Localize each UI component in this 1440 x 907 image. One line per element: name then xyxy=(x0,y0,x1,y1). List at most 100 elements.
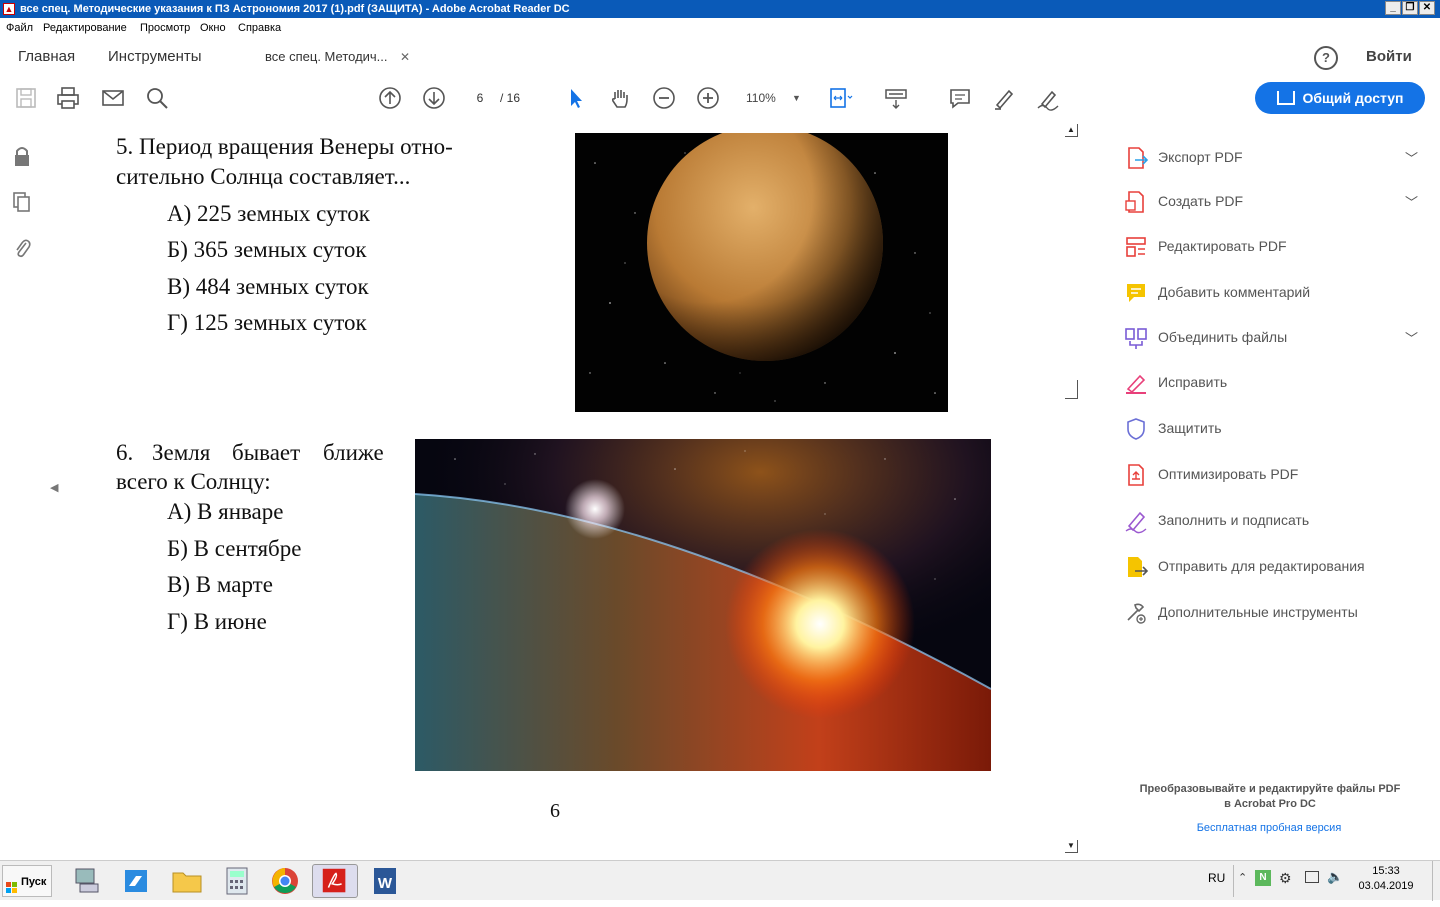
zoom-out-icon[interactable] xyxy=(650,84,678,112)
share-button[interactable]: Общий доступ xyxy=(1255,82,1425,114)
document-view[interactable]: 5. Период вращения Венеры отно- сительно… xyxy=(44,120,1084,860)
hand-tool-icon[interactable] xyxy=(606,84,634,112)
word-taskbar-icon[interactable]: W xyxy=(362,864,408,898)
next-page-icon[interactable] xyxy=(420,84,448,112)
select-tool-icon[interactable] xyxy=(562,84,590,112)
computer-taskbar-icon[interactable] xyxy=(64,864,110,898)
protect-icon xyxy=(1127,418,1145,440)
start-button[interactable]: Пуск xyxy=(2,865,52,897)
promo-text: Преобразовывайте и редактируйте файлы PD… xyxy=(1095,782,1440,812)
restore-button[interactable]: ❐ xyxy=(1402,1,1418,15)
comment-tool-icon[interactable] xyxy=(946,84,974,112)
menu-bar: Файл Редактирование Просмотр Окно Справк… xyxy=(0,18,1440,38)
edit-pdf-icon xyxy=(1126,237,1146,257)
chevron-down-icon[interactable]: ﹀ xyxy=(1405,148,1418,167)
free-trial-link[interactable]: Бесплатная пробная версия xyxy=(1095,822,1440,834)
q5-option-a: А) 225 земных суток xyxy=(167,201,370,226)
acrobat-taskbar-icon[interactable] xyxy=(312,864,358,898)
tab-document-label: все спец. Методич... xyxy=(265,49,388,64)
scroll-thumb[interactable] xyxy=(1065,380,1078,399)
lock-icon[interactable] xyxy=(12,144,32,168)
tray-expand-icon[interactable]: ⌃ xyxy=(1238,871,1247,884)
title-bar: ▲ все спец. Методические указания к ПЗ А… xyxy=(0,0,1440,18)
search-icon[interactable] xyxy=(143,84,171,112)
clock[interactable]: 15:33 03.04.2019 xyxy=(1346,864,1426,894)
tool-edit-pdf[interactable]: Редактировать PDF xyxy=(1123,234,1423,260)
keyboard-tool-icon[interactable] xyxy=(882,84,910,112)
fit-page-icon[interactable] xyxy=(826,84,854,112)
menu-view[interactable]: Просмотр xyxy=(140,18,190,38)
tray-divider xyxy=(1233,865,1234,897)
vertical-scrollbar[interactable]: ▲ ▼ xyxy=(1063,122,1081,858)
save-icon[interactable] xyxy=(12,84,40,112)
previous-page-icon[interactable] xyxy=(376,84,404,112)
combine-files-icon xyxy=(1125,328,1147,349)
zoom-in-icon[interactable] xyxy=(694,84,722,112)
tab-home[interactable]: Главная xyxy=(18,38,75,76)
menu-help[interactable]: Справка xyxy=(238,18,281,38)
scroll-up-icon[interactable]: ▲ xyxy=(1065,124,1078,137)
close-window-button[interactable]: ✕ xyxy=(1419,1,1435,15)
sign-in-button[interactable]: Войти xyxy=(1366,38,1412,76)
tool-protect[interactable]: Защитить xyxy=(1123,416,1423,442)
tool-optimize-pdf[interactable]: Оптимизировать PDF xyxy=(1123,462,1423,488)
sign-pen-icon[interactable] xyxy=(1034,84,1062,112)
menu-file[interactable]: Файл xyxy=(6,18,33,38)
tray-app-icon[interactable]: N xyxy=(1255,870,1271,886)
page-number-input[interactable]: 6 xyxy=(466,88,494,108)
language-indicator[interactable]: RU xyxy=(1208,871,1225,885)
tool-send-for-review[interactable]: Отправить для редактирования xyxy=(1123,554,1423,580)
highlight-pen-icon[interactable] xyxy=(990,84,1018,112)
volume-icon[interactable]: 🔈 xyxy=(1327,869,1343,885)
tool-fill-sign[interactable]: Заполнить и подписать xyxy=(1123,508,1423,534)
calculator-taskbar-icon[interactable] xyxy=(214,864,260,898)
menu-window[interactable]: Окно xyxy=(200,18,226,38)
tool-create-pdf[interactable]: Создать PDF ﹀ xyxy=(1123,189,1423,215)
q5-line2: сительно Солнца составляет... xyxy=(116,164,411,189)
chrome-taskbar-icon[interactable] xyxy=(262,864,308,898)
tab-document[interactable]: все спец. Методич... ✕ xyxy=(232,38,422,76)
zoom-dropdown[interactable]: 110% ▼ xyxy=(740,88,804,108)
promo-line-1: Преобразовывайте и редактируйте файлы PD… xyxy=(1139,783,1401,795)
tool-label: Редактировать PDF xyxy=(1158,238,1287,254)
optimize-pdf-icon xyxy=(1128,464,1144,486)
tool-label: Создать PDF xyxy=(1158,193,1244,209)
help-icon[interactable]: ? xyxy=(1314,46,1338,70)
prev-page-arrow-icon[interactable]: ◀ xyxy=(50,481,58,494)
scroll-down-icon[interactable]: ▼ xyxy=(1065,840,1078,853)
export-pdf-icon xyxy=(1128,147,1149,169)
menu-edit[interactable]: Редактирование xyxy=(43,18,127,38)
tab-tools[interactable]: Инструменты xyxy=(108,38,202,76)
email-icon[interactable] xyxy=(99,84,127,112)
q5-option-d: Г) 125 земных суток xyxy=(167,310,367,335)
attachment-icon[interactable] xyxy=(12,236,32,260)
tool-label: Защитить xyxy=(1158,420,1222,436)
tab-close-icon[interactable]: ✕ xyxy=(400,38,410,76)
show-desktop-button[interactable] xyxy=(1432,861,1440,901)
clock-date: 03.04.2019 xyxy=(1358,880,1414,892)
chevron-down-icon[interactable]: ﹀ xyxy=(1405,328,1418,347)
create-pdf-icon xyxy=(1125,191,1144,213)
more-tools-icon xyxy=(1127,603,1146,624)
tray-settings-icon[interactable]: ⚙ xyxy=(1279,870,1292,887)
print-icon[interactable] xyxy=(54,84,82,112)
network-icon[interactable] xyxy=(1305,871,1319,883)
tool-label: Оптимизировать PDF xyxy=(1158,466,1299,482)
tool-add-comment[interactable]: Добавить комментарий xyxy=(1123,280,1423,306)
minimize-button[interactable]: _ xyxy=(1385,1,1401,15)
chevron-down-icon[interactable]: ﹀ xyxy=(1405,192,1418,211)
tab-bar: Главная Инструменты все спец. Методич...… xyxy=(0,38,1440,76)
start-label: Пуск xyxy=(21,876,47,888)
edge-taskbar-icon[interactable] xyxy=(114,864,160,898)
tool-label: Добавить комментарий xyxy=(1158,284,1311,300)
send-review-icon xyxy=(1128,557,1149,577)
q6-option-b: Б) В сентябре xyxy=(167,536,302,561)
tool-combine-files[interactable]: Объединить файлы ﹀ xyxy=(1123,325,1423,351)
tool-export-pdf[interactable]: Экспорт PDF ﹀ xyxy=(1123,145,1423,171)
pages-icon[interactable] xyxy=(12,190,32,214)
tool-redact[interactable]: Исправить xyxy=(1123,370,1423,396)
tool-more-tools[interactable]: Дополнительные инструменты xyxy=(1123,600,1423,626)
promo-line-2: в Acrobat Pro DC xyxy=(1224,798,1316,810)
q6-word-1: 6. xyxy=(116,440,134,465)
folder-taskbar-icon[interactable] xyxy=(164,864,210,898)
